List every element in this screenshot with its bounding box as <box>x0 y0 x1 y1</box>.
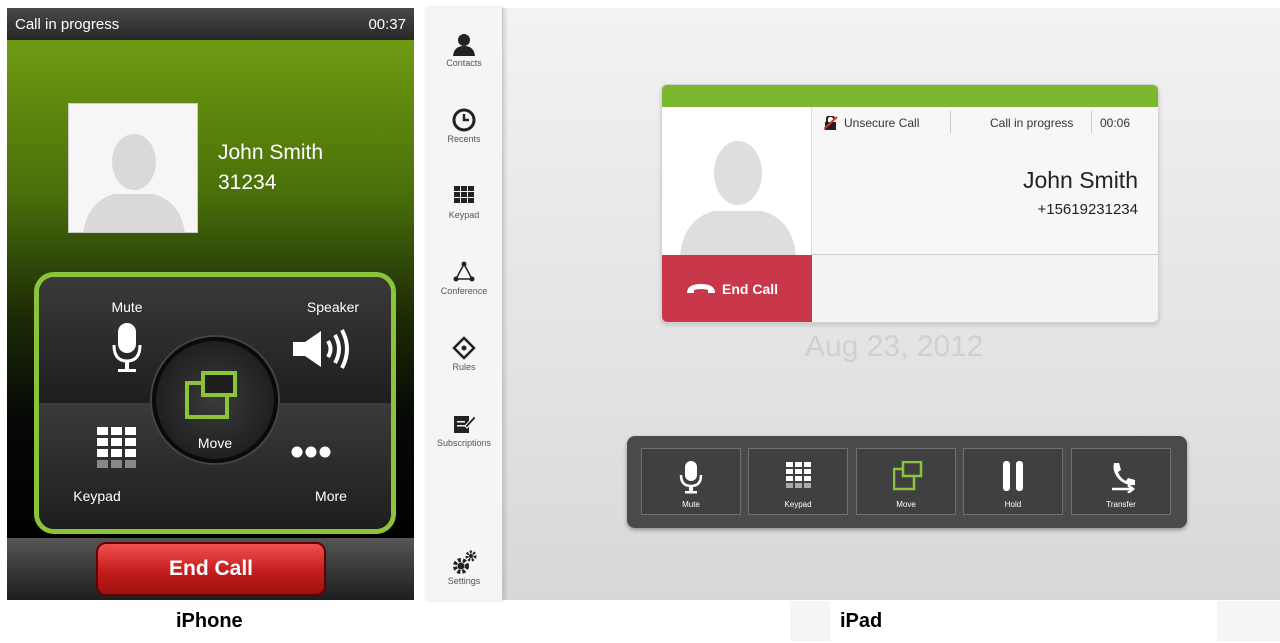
keypad-label: Keypad <box>784 500 812 509</box>
end-call-label: End Call <box>722 281 779 297</box>
transfer-label: Transfer <box>1106 500 1136 509</box>
hold-label: Hold <box>1004 500 1022 509</box>
ipad-screen: Contacts Recents Keypad Conference Rules… <box>425 8 1280 600</box>
sidebar-label-keypad: Keypad <box>448 210 480 220</box>
keypad-label: Keypad <box>73 488 121 504</box>
end-call-button[interactable]: End Call <box>662 255 812 322</box>
call-duration: 00:06 <box>1100 116 1131 130</box>
sidebar-label-contacts: Contacts <box>446 58 482 68</box>
contact-avatar <box>662 107 812 255</box>
microphone-icon <box>679 461 703 494</box>
subscriptions-icon <box>454 415 476 433</box>
security-status: Unsecure Call <box>844 116 920 130</box>
sidebar-item-subscriptions[interactable]: Subscriptions <box>425 398 503 468</box>
more-label: More <box>315 488 347 504</box>
clock-icon <box>452 108 476 132</box>
mute-label: Mute <box>682 500 700 509</box>
mute-button[interactable]: Mute <box>641 448 741 515</box>
avatar-silhouette-icon <box>680 141 796 255</box>
call-card-header-bar <box>662 85 1158 107</box>
iphone-caption: iPhone <box>176 610 243 632</box>
hang-up-icon <box>687 284 715 293</box>
caption-background <box>790 601 830 641</box>
move-button[interactable]: Move <box>856 448 956 515</box>
call-toolbar: Mute Keypad Move Hold Transfer <box>627 436 1187 528</box>
mute-label: Mute <box>111 299 143 315</box>
transfer-icon <box>1112 463 1136 493</box>
keypad-button[interactable]: Keypad <box>748 448 848 515</box>
iphone-screen: Call in progress 00:37 John Smith 31234 … <box>7 8 414 600</box>
sidebar-item-settings[interactable]: Settings <box>425 536 503 606</box>
keypad-icon <box>97 427 136 468</box>
status-bar: Call in progress 00:37 <box>7 8 414 40</box>
comparison-stage: Call in progress 00:37 John Smith 31234 … <box>0 0 1280 643</box>
call-info-panel: Unsecure Call Call in progress 00:06 Joh… <box>812 107 1158 255</box>
call-status-title: Call in progress <box>15 16 120 33</box>
call-timer: 00:37 <box>368 16 406 33</box>
rules-icon <box>452 336 476 360</box>
contact-name: John Smith <box>218 141 324 164</box>
sidebar-item-contacts[interactable]: Contacts <box>425 18 503 88</box>
info-divider <box>1091 111 1092 133</box>
end-call-button[interactable]: End Call <box>96 542 326 596</box>
call-controls-pad: Mute Speaker Keypad More Move <box>34 272 396 534</box>
move-icon <box>185 371 237 419</box>
sidebar-item-conference[interactable]: Conference <box>425 246 503 316</box>
sidebar-label-subscriptions: Subscriptions <box>436 438 492 448</box>
unlocked-icon <box>824 116 838 130</box>
sidebar-label-rules: Rules <box>452 362 476 372</box>
sidebar-label-conference: Conference <box>440 286 488 296</box>
info-divider <box>950 111 951 133</box>
speaker-label: Speaker <box>306 299 360 315</box>
avatar-silhouette-icon <box>69 104 197 232</box>
transfer-button[interactable]: Transfer <box>1071 448 1171 515</box>
move-icon <box>893 461 923 491</box>
active-call-card: Unsecure Call Call in progress 00:06 Joh… <box>661 84 1159 323</box>
hold-button[interactable]: Hold <box>963 448 1063 515</box>
ipad-caption: iPad <box>840 610 883 632</box>
contact-number: +15619231234 <box>1037 201 1138 218</box>
contact-avatar <box>68 103 198 233</box>
move-label: Move <box>896 500 916 509</box>
contact-name: John Smith <box>1022 167 1138 193</box>
keypad-icon <box>454 186 474 203</box>
keypad-icon <box>786 462 811 488</box>
sidebar-item-rules[interactable]: Rules <box>425 322 503 392</box>
sidebar: Contacts Recents Keypad Conference Rules… <box>425 8 503 600</box>
call-background: John Smith 31234 Mute Speaker Keypad Mor… <box>7 40 414 544</box>
microphone-icon <box>112 323 142 372</box>
caption-background <box>1217 601 1280 641</box>
sidebar-label-settings: Settings <box>447 576 481 586</box>
speaker-icon <box>293 329 349 369</box>
call-date: Aug 23, 2012 <box>805 330 984 363</box>
gears-icon <box>453 550 477 574</box>
end-call-bar: End Call <box>7 538 414 600</box>
pause-icon <box>1003 461 1023 491</box>
conference-icon <box>453 261 475 282</box>
move-button[interactable]: Move <box>152 337 278 463</box>
call-state: Call in progress <box>990 116 1074 130</box>
person-icon <box>453 34 475 56</box>
contact-number: 31234 <box>218 171 277 194</box>
more-dots-icon <box>291 446 331 458</box>
sidebar-item-keypad[interactable]: Keypad <box>425 170 503 240</box>
move-label: Move <box>197 435 233 451</box>
sidebar-label-recents: Recents <box>447 134 481 144</box>
sidebar-item-recents[interactable]: Recents <box>425 94 503 164</box>
